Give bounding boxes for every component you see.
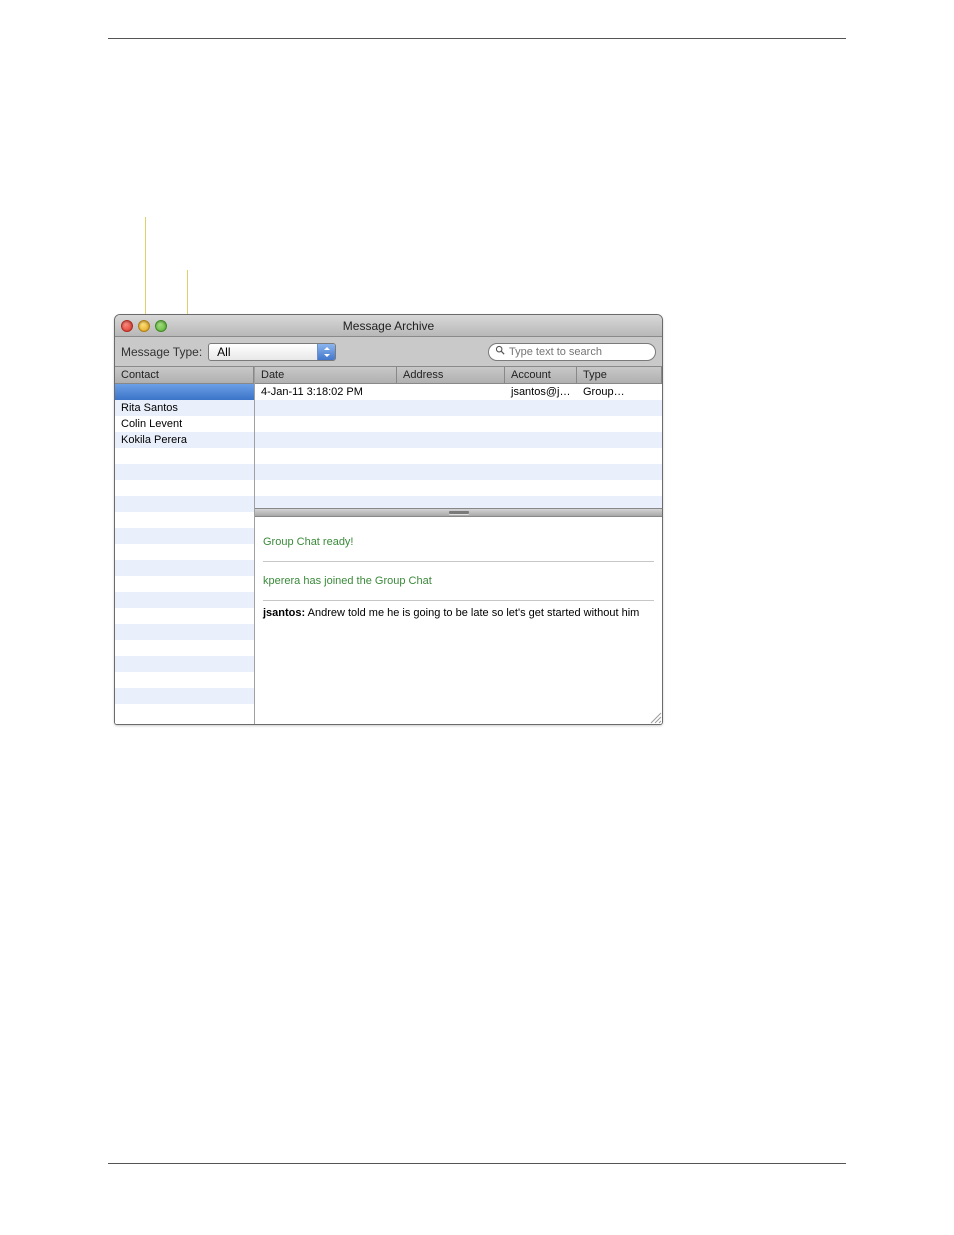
grip-icon [449,511,469,514]
page-rule-bottom [108,1163,846,1164]
list-item[interactable] [115,448,254,464]
list-item[interactable] [115,544,254,560]
list-item[interactable] [115,592,254,608]
list-item[interactable] [115,496,254,512]
list-item[interactable] [115,560,254,576]
list-item[interactable]: Colin Levent [115,416,254,432]
contacts-pane: Contact Rita Santos Colin Levent Kokila … [115,367,255,724]
body-area: Contact Rita Santos Colin Levent Kokila … [115,367,662,724]
message-archive-window: Message Archive Message Type: All Contac… [114,314,663,725]
message-user: jsantos: [263,607,305,619]
cell-type: Group… [577,384,662,400]
callout-line [145,217,146,317]
window-title: Message Archive [115,319,662,333]
page-rule-top [108,38,846,39]
search-input[interactable] [509,346,651,358]
table-row[interactable] [255,432,662,448]
list-item[interactable] [115,608,254,624]
list-item[interactable] [115,528,254,544]
cell-date: 4-Jan-11 3:18:02 PM [255,384,397,400]
table-row[interactable]: 4-Jan-11 3:18:02 PM jsantos@j… Group… [255,384,662,400]
list-item[interactable]: Rita Santos [115,400,254,416]
col-type[interactable]: Type [577,367,662,383]
search-icon [495,345,505,358]
table-row[interactable] [255,416,662,432]
table-row[interactable] [255,496,662,508]
col-date[interactable]: Date [255,367,397,383]
list-item[interactable] [115,624,254,640]
transcript-pane: Group Chat ready! kperera has joined the… [255,517,662,724]
cell-account: jsantos@j… [505,384,577,400]
list-item[interactable] [115,688,254,704]
message-text: Andrew told me he is going to be late so… [305,607,639,619]
message-type-value: All [209,345,317,359]
list-item[interactable] [115,384,254,400]
message-type-select[interactable]: All [208,343,336,361]
list-item[interactable] [115,704,254,720]
resize-grip-icon[interactable] [648,710,662,724]
table-row[interactable] [255,480,662,496]
right-pane: Date Address Account Type 4-Jan-11 3:18:… [255,367,662,724]
list-item[interactable] [115,640,254,656]
toolbar: Message Type: All [115,337,662,367]
list-item[interactable] [115,672,254,688]
titlebar[interactable]: Message Archive [115,315,662,337]
list-item[interactable] [115,480,254,496]
contacts-header[interactable]: Contact [115,367,254,384]
table-body[interactable]: 4-Jan-11 3:18:02 PM jsantos@j… Group… [255,384,662,508]
table-header: Date Address Account Type [255,367,662,384]
horizontal-splitter[interactable] [255,508,662,517]
list-item[interactable] [115,464,254,480]
list-item[interactable] [115,656,254,672]
col-account[interactable]: Account [505,367,577,383]
list-item[interactable] [115,576,254,592]
contacts-list[interactable]: Rita Santos Colin Levent Kokila Perera [115,384,254,720]
table-row[interactable] [255,448,662,464]
cell-address [397,384,505,400]
status-text: Group Chat ready! [263,536,354,548]
status-text: kperera has joined the Group Chat [263,575,432,587]
chevron-updown-icon [317,343,335,361]
table-row[interactable] [255,464,662,480]
chat-message: jsantos: Andrew told me he is going to b… [263,601,654,619]
list-item[interactable] [115,512,254,528]
callout-line [187,270,188,320]
search-field[interactable] [488,343,656,361]
message-type-label: Message Type: [121,345,202,359]
table-row[interactable] [255,400,662,416]
col-address[interactable]: Address [397,367,505,383]
list-item[interactable]: Kokila Perera [115,432,254,448]
